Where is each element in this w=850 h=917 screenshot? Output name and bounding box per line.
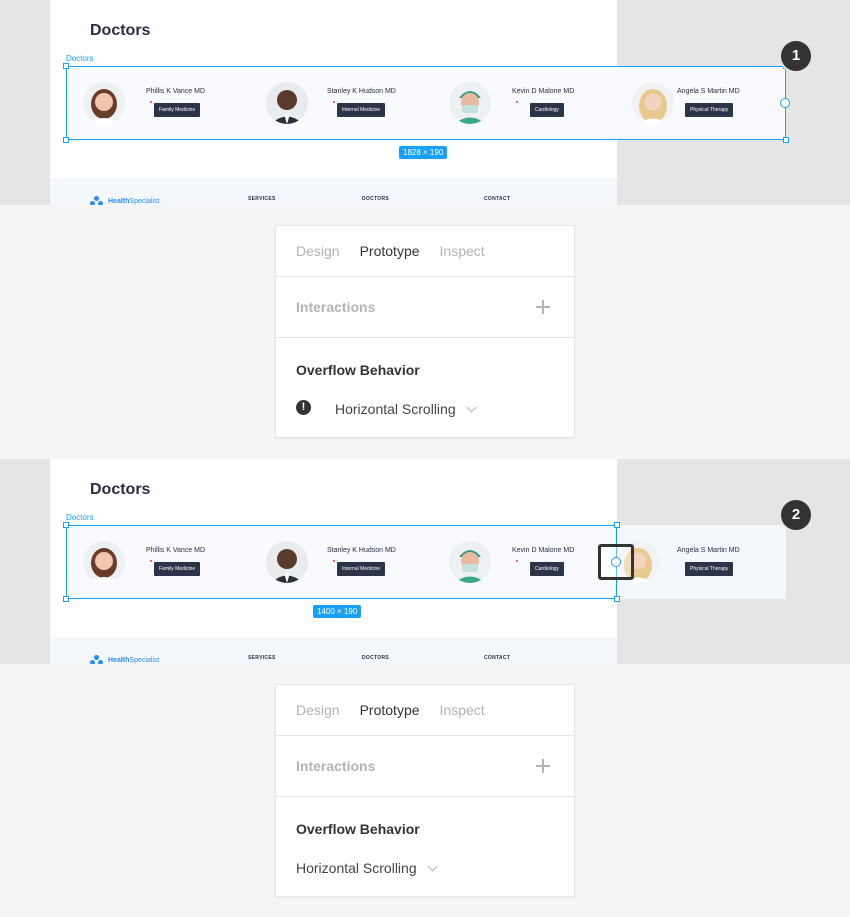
resize-handle[interactable] [614, 522, 620, 528]
status-dot [333, 101, 335, 103]
overflow-value: Horizontal Scrolling [296, 860, 417, 876]
doctor-name: Stanley K Hudson MD [327, 547, 396, 554]
specialty-badge: Physical Therapy [685, 103, 734, 117]
specialty-badge: Cardiology [530, 103, 564, 117]
doctor-avatar [449, 541, 491, 583]
panel-tabs: Design Prototype Inspect [276, 226, 574, 277]
doctors-row[interactable]: Phillis K Vance MD Family Medicine Stanl… [66, 525, 786, 599]
doctor-avatar [632, 82, 674, 124]
doctor-card[interactable]: Angela S Martin MD Physical Therapy [615, 525, 786, 599]
doctor-avatar [83, 541, 125, 583]
footer-nav-services: SERVICES [248, 196, 276, 202]
tab-design[interactable]: Design [296, 702, 340, 718]
specialty-badge: Internal Medicine [337, 562, 386, 576]
tab-design[interactable]: Design [296, 243, 340, 259]
tab-prototype[interactable]: Prototype [360, 243, 420, 259]
warning-icon: ! [296, 400, 311, 415]
doctors-row[interactable]: Phillis K Vance MD Family Medicine Stanl… [66, 66, 786, 140]
logo-icon [90, 196, 104, 205]
overflow-behavior-select[interactable]: Horizontal Scrolling [296, 860, 438, 876]
panel-tabs: Design Prototype Inspect [276, 685, 574, 736]
overflow-behavior-label: Overflow Behavior [296, 362, 420, 378]
prototype-panel: Design Prototype Inspect Interactions Ov… [275, 225, 575, 438]
doctor-name: Phillis K Vance MD [146, 547, 206, 554]
footer-logo: HealthSpecialist [90, 655, 159, 664]
specialty-badge: Family Medicine [154, 103, 201, 117]
footer-nav-contact: CONTACT [484, 655, 511, 661]
doctor-card[interactable]: Kevin D Malone MD Cardiology [432, 525, 615, 599]
status-dot [333, 560, 335, 562]
doctor-name: Phillis K Vance MD [146, 88, 206, 95]
doctor-card[interactable]: Stanley K Hudson MD Internal Medicine [249, 525, 432, 599]
doctor-name: Kevin D Malone MD [512, 88, 575, 95]
doctor-card[interactable]: Phillis K Vance MD Family Medicine [66, 525, 249, 599]
logo-text: HealthSpecialist [108, 656, 160, 664]
canvas-step-1: Doctors HealthSpecialist SERVICES DOCTOR… [0, 0, 850, 205]
tab-inspect[interactable]: Inspect [440, 243, 485, 259]
logo-icon [90, 655, 104, 664]
interactions-label: Interactions [296, 758, 376, 774]
status-dot [150, 560, 152, 562]
overflow-value: Horizontal Scrolling [335, 401, 456, 417]
footer-nav-doctors: DOCTORS [362, 196, 390, 202]
doctor-avatar [266, 541, 308, 583]
status-dot [516, 101, 518, 103]
resize-handle[interactable] [63, 596, 69, 602]
doctor-card[interactable]: Kevin D Malone MD Cardiology [432, 66, 615, 140]
doctor-avatar [449, 82, 491, 124]
footer-nav-doctors: DOCTORS [362, 655, 390, 661]
specialty-badge: Cardiology [530, 562, 564, 576]
status-dot [150, 101, 152, 103]
chevron-down-icon [427, 861, 438, 871]
interactions-section: Interactions [276, 277, 574, 338]
plus-icon[interactable] [536, 759, 550, 773]
doctor-avatar [266, 82, 308, 124]
chevron-down-icon [466, 402, 477, 412]
plus-icon[interactable] [536, 300, 550, 314]
specialty-badge: Family Medicine [154, 562, 201, 576]
step-badge: 2 [781, 500, 811, 530]
prototype-panel: Design Prototype Inspect Interactions Ov… [275, 684, 575, 897]
doctor-name: Angela S Martin MD [677, 547, 740, 554]
doctor-card[interactable]: Stanley K Hudson MD Internal Medicine [249, 66, 432, 140]
step-badge: 1 [781, 41, 811, 71]
frame-title: Doctors [90, 22, 151, 39]
frame-title: Doctors [90, 481, 151, 498]
interactions-label: Interactions [296, 299, 376, 315]
specialty-badge: Internal Medicine [337, 103, 386, 117]
doctor-card[interactable]: Phillis K Vance MD Family Medicine [66, 66, 249, 140]
resize-edge-handle[interactable] [611, 557, 621, 567]
dimension-badge: 1828 × 190 [399, 146, 448, 159]
doctor-name: Kevin D Malone MD [512, 547, 575, 554]
frame-layer-label[interactable]: Doctors [66, 513, 94, 522]
dimension-badge: 1400 × 190 [313, 605, 362, 618]
logo-text: HealthSpecialist [108, 197, 160, 205]
doctor-avatar [83, 82, 125, 124]
doctor-name: Angela S Martin MD [677, 88, 740, 95]
resize-handle[interactable] [63, 522, 69, 528]
overflow-behavior-select[interactable]: Horizontal Scrolling [335, 401, 477, 417]
canvas-step-2: Doctors HealthSpecialist SERVICES DOCTOR… [0, 459, 850, 664]
tab-inspect[interactable]: Inspect [440, 702, 485, 718]
specialty-badge: Physical Therapy [685, 562, 734, 576]
tab-prototype[interactable]: Prototype [360, 702, 420, 718]
resize-handle[interactable] [783, 137, 789, 143]
overflow-behavior-label: Overflow Behavior [296, 821, 420, 837]
footer-logo: HealthSpecialist [90, 196, 159, 205]
resize-handle[interactable] [614, 596, 620, 602]
footer-nav-contact: CONTACT [484, 196, 511, 202]
resize-handle[interactable] [63, 63, 69, 69]
doctor-name: Stanley K Hudson MD [327, 88, 396, 95]
footer-nav-services: SERVICES [248, 655, 276, 661]
status-dot [516, 560, 518, 562]
interactions-section: Interactions [276, 736, 574, 797]
doctor-card[interactable]: Angela S Martin MD Physical Therapy [615, 66, 786, 140]
resize-edge-handle[interactable] [780, 98, 790, 108]
frame-layer-label[interactable]: Doctors [66, 54, 94, 63]
resize-handle[interactable] [63, 137, 69, 143]
